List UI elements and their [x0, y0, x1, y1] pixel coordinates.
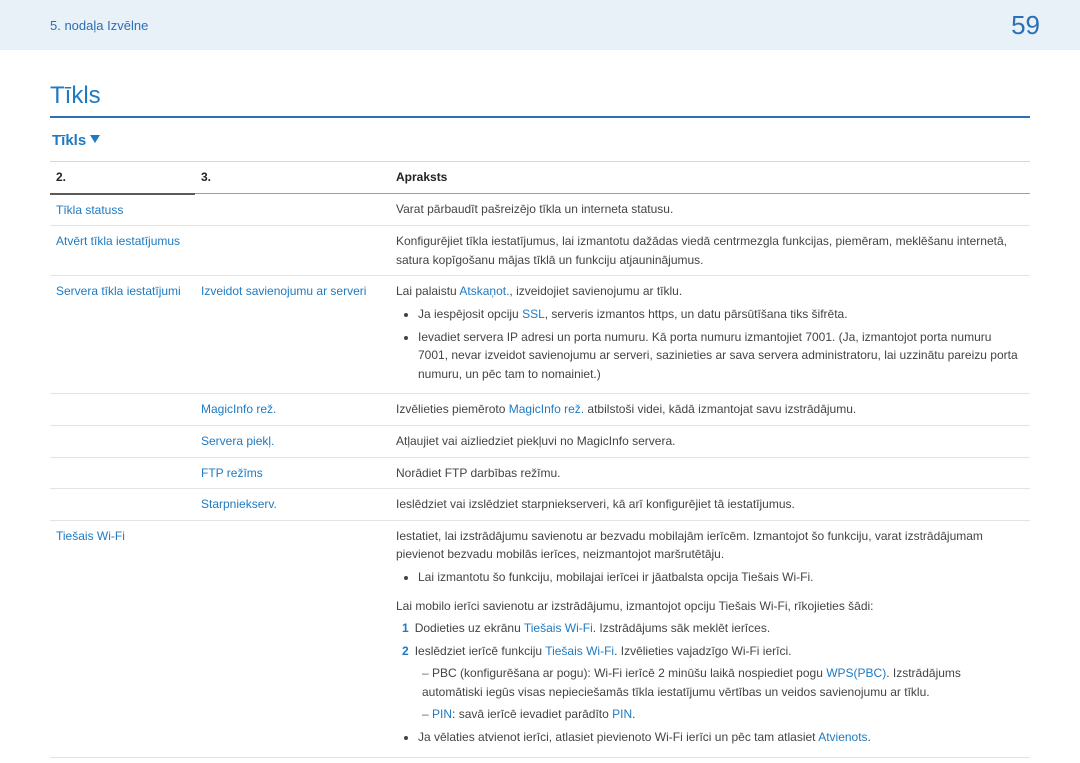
row-label: Tīkla statuss: [50, 194, 195, 226]
col-3-header: Apraksts: [390, 162, 1030, 194]
table-row: Tiešais Wi-Fi Iestatiet, lai izstrādājum…: [50, 520, 1030, 757]
col-1-header: 2.: [50, 162, 195, 194]
row-sublabel: FTP režīms: [195, 457, 390, 489]
breadcrumb: 5. nodaļa Izvēlne: [50, 18, 148, 33]
row-label: Atvērt tīkla iestatījumus: [50, 226, 195, 276]
row-desc: Konfigurējiet tīkla iestatījumus, lai iz…: [390, 226, 1030, 276]
row-sublabel: Starpniekserv.: [195, 489, 390, 521]
list-item: Ievadiet servera IP adresi un porta numu…: [418, 328, 1024, 384]
settings-table: 2. 3. Apraksts Tīkla statuss Varat pārba…: [50, 161, 1030, 758]
table-row: Servera piekļ. Atļaujiet vai aizliedziet…: [50, 425, 1030, 457]
section-heading: Tīkls: [50, 132, 100, 149]
table-row: Atvērt tīkla iestatījumus Konfigurējiet …: [50, 226, 1030, 276]
row-label: Tiešais Wi-Fi: [50, 520, 195, 757]
page-number: 59: [1011, 10, 1040, 41]
table-row: MagicInfo rež. Izvēlieties piemēroto Mag…: [50, 394, 1030, 426]
list-item: Ja iespējosit opciju SSL, serveris izman…: [418, 305, 1024, 324]
row-desc: Atļaujiet vai aizliedziet piekļuvi no Ma…: [390, 425, 1030, 457]
row-sublabel: Izveidot savienojumu ar serveri: [195, 276, 390, 394]
section-label: Tīkls: [52, 132, 86, 149]
list-item: 1Dodieties uz ekrānu Tiešais Wi-Fi. Izst…: [402, 619, 1024, 638]
row-desc: Iestatiet, lai izstrādājumu savienotu ar…: [390, 520, 1030, 757]
row-sublabel: MagicInfo rež.: [195, 394, 390, 426]
triangle-down-icon: [90, 132, 100, 149]
table-row: FTP režīms Norādiet FTP darbības režīmu.: [50, 457, 1030, 489]
row-desc: Varat pārbaudīt pašreizējo tīkla un inte…: [390, 194, 1030, 226]
list-item: PBC (konfigurēšana ar pogu): Wi-Fi ierīc…: [422, 664, 1024, 701]
table-row: Servera tīkla iestatījumi Izveidot savie…: [50, 276, 1030, 394]
list-item: PIN: savā ierīcē ievadiet parādīto PIN.: [422, 705, 1024, 724]
list-item: Lai izmantotu šo funkciju, mobilajai ier…: [418, 568, 1024, 587]
row-label: Servera tīkla iestatījumi: [50, 276, 195, 394]
table-row: Starpniekserv. Ieslēdziet vai izslēdziet…: [50, 489, 1030, 521]
col-2-header: 3.: [195, 162, 390, 194]
list-item: 2Ieslēdziet ierīcē funkciju Tiešais Wi-F…: [402, 642, 1024, 724]
page-title: Tīkls: [50, 82, 1030, 118]
row-desc: Ieslēdziet vai izslēdziet starpniekserve…: [390, 489, 1030, 521]
row-desc: Lai palaistu Atskaņot., izveidojiet savi…: [390, 276, 1030, 394]
row-desc: Izvēlieties piemēroto MagicInfo rež. atb…: [390, 394, 1030, 426]
row-sublabel: Servera piekļ.: [195, 425, 390, 457]
table-row: Tīkla statuss Varat pārbaudīt pašreizējo…: [50, 194, 1030, 226]
row-desc: Norādiet FTP darbības režīmu.: [390, 457, 1030, 489]
list-item: Ja vēlaties atvienot ierīci, atlasiet pi…: [418, 728, 1024, 747]
